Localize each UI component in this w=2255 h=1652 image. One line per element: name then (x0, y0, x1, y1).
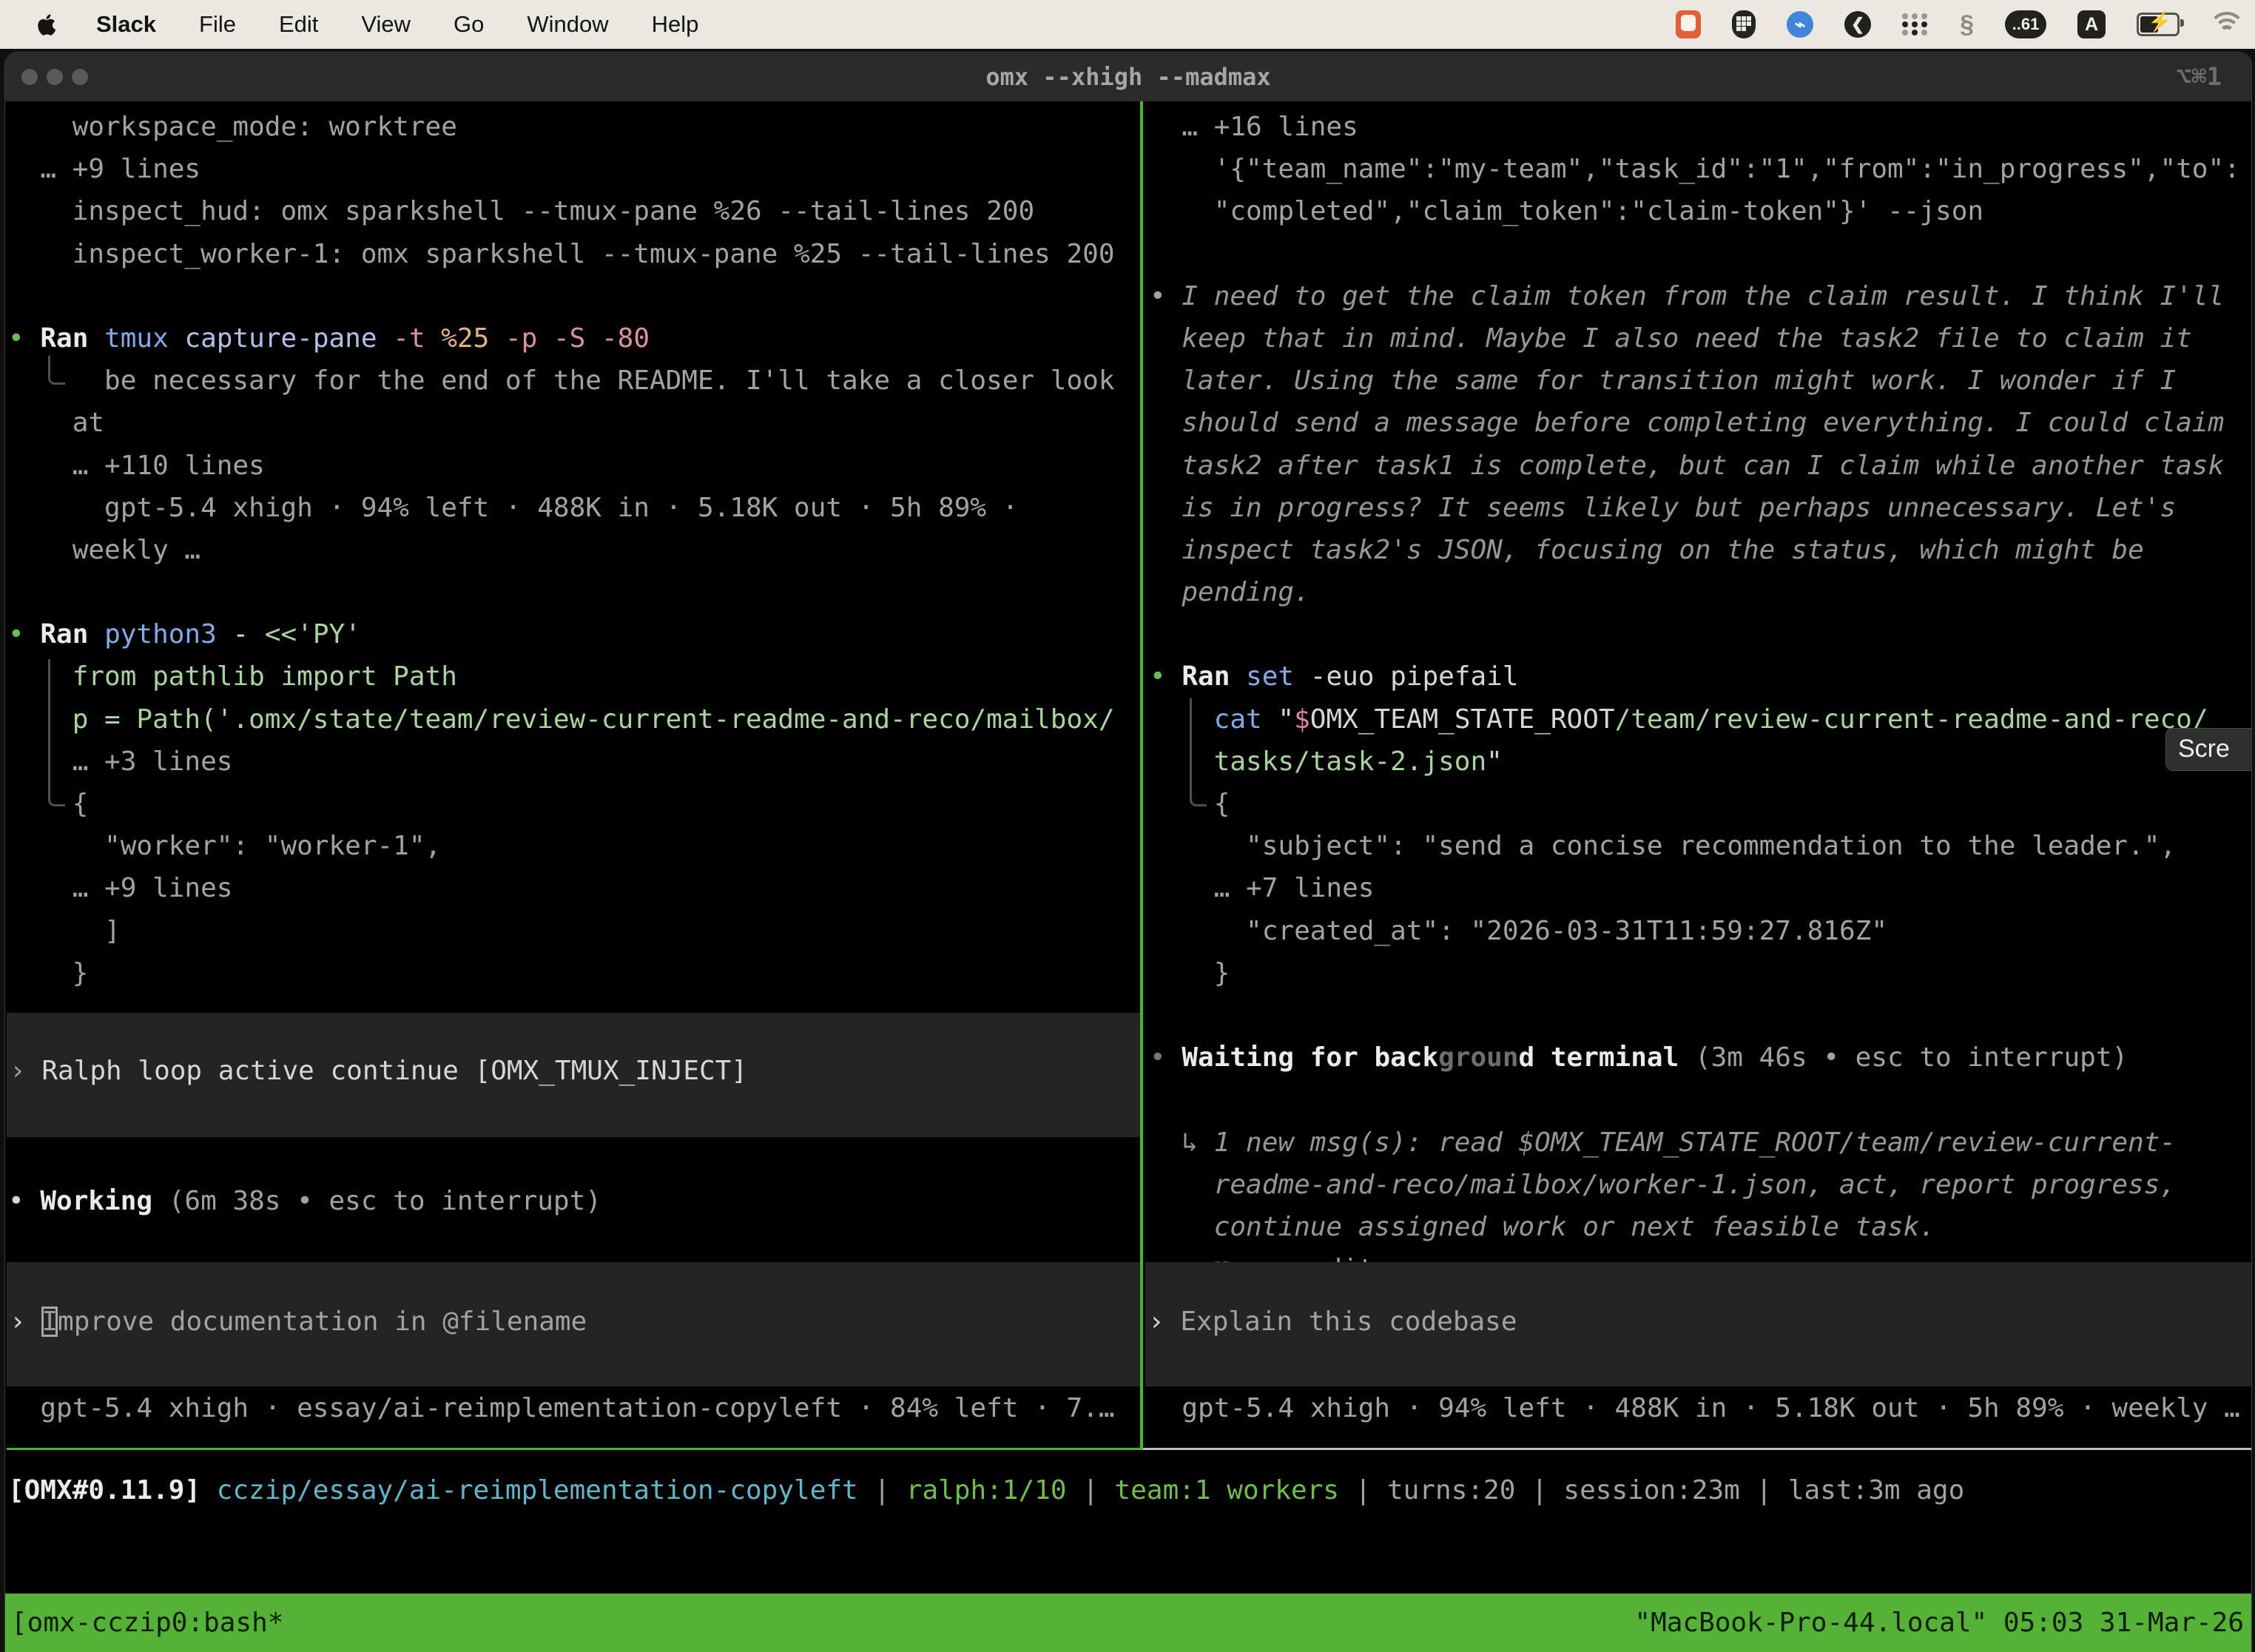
terminal-line: readme-and-reco/mailbox/worker-1.json, a… (1150, 1164, 2251, 1206)
prompt-input-right[interactable]: › Explain this codebase (1145, 1262, 2251, 1386)
terminal-line: › Ralph loop active continue [OMX_TMUX_I… (7, 1050, 1140, 1092)
terminal-line: should send a message before completing … (1150, 402, 2251, 444)
terminal-line: … +16 lines (1150, 106, 2251, 148)
terminal-line: … +110 lines (8, 445, 1139, 487)
terminal-line: workspace_mode: worktree (8, 106, 1139, 148)
terminal-line: is in progress? It seems likely but perh… (1150, 487, 2251, 529)
model-status-left: gpt-5.4 xhigh · essay/ai-reimplementatio… (8, 1387, 1139, 1429)
terminal-line: weekly … (8, 529, 1139, 571)
terminal-line: • Working (6m 38s • esc to interrupt) (8, 1180, 1139, 1222)
terminal-line: inspect_worker-1: omx sparkshell --tmux-… (8, 233, 1139, 275)
terminal-line: ] (8, 910, 1139, 952)
terminal-line: gpt-5.4 xhigh · 94% left · 488K in · 5.1… (1150, 1387, 2251, 1429)
input-source-icon[interactable]: A (2077, 10, 2106, 38)
terminal-line: from pathlib import Path (8, 655, 1139, 698)
terminal-line: … +9 lines (8, 867, 1139, 909)
pane-divider[interactable] (1140, 101, 1143, 1450)
terminal-line: be necessary for the end of the README. … (8, 360, 1139, 402)
terminal-line: gpt-5.4 xhigh · essay/ai-reimplementatio… (8, 1387, 1139, 1429)
terminal-line: ↳ 1 new msg(s): read $OMX_TEAM_STATE_ROO… (1150, 1122, 2251, 1164)
terminal-line: p = Path('.omx/state/team/review-current… (8, 698, 1139, 741)
menu-item-file[interactable]: File (199, 11, 236, 38)
tmux-status-bar: [omx-cczip0:bash* "MacBook-Pro-44.local"… (5, 1594, 2251, 1652)
terminal-line (1150, 994, 2251, 1036)
terminal-line: cat "$OMX_TEAM_STATE_ROOT/team/review-cu… (1150, 698, 2251, 741)
terminal-line: › Explain this codebase (1145, 1301, 2251, 1343)
terminal-line: { (8, 783, 1139, 825)
window-shortcut: ⌥⌘1 (2177, 53, 2222, 101)
terminal-line: "created_at": "2026-03-31T11:59:27.816Z" (1150, 910, 2251, 952)
terminal-line (1150, 1079, 2251, 1121)
battery-icon[interactable] (2137, 13, 2180, 36)
active-pane-border (7, 1448, 1140, 1450)
inactive-pane-border (1143, 1448, 2251, 1450)
badge-61-icon[interactable]: ..61 (2005, 10, 2046, 38)
prompt-input-left[interactable]: › Improve documentation in @filename (7, 1262, 1140, 1386)
tmux-session-name: [omx-cczip0:bash* (5, 1594, 283, 1652)
menu-bar: Slack File Edit View Go Window Help ⌁ ❮ … (0, 0, 2255, 49)
terminal-line (8, 571, 1139, 613)
terminal-line: • Ran set -euo pipefail (1150, 655, 2251, 698)
working-status: • Working (6m 38s • esc to interrupt) (8, 1180, 1139, 1222)
terminal-line: inspect task2's JSON, focusing on the st… (1150, 529, 2251, 571)
terminal-line: … +7 lines (1150, 867, 2251, 909)
wifi-icon[interactable] (2211, 12, 2243, 37)
terminal-line: … +9 lines (8, 148, 1139, 190)
terminal-line: '{"team_name":"my-team","task_id":"1","f… (1150, 148, 2251, 190)
terminal-line: [OMX#0.11.9] cczip/essay/ai-reimplementa… (8, 1469, 2250, 1511)
squiggle-icon[interactable]: § (1960, 10, 1974, 39)
terminal-line: "worker": "worker-1", (8, 825, 1139, 867)
menu-status-icons: ⌁ ❮ § ..61 A (1676, 0, 2243, 49)
terminal-line: continue assigned work or next feasible … (1150, 1206, 2251, 1248)
terminal-line: } (1150, 952, 2251, 994)
terminal-line (8, 275, 1139, 317)
terminal-line (1150, 613, 2251, 655)
terminal-line: { (1150, 783, 2251, 825)
chat-app-icon[interactable] (1676, 10, 1701, 38)
terminal-line: pending. (1150, 571, 2251, 613)
terminal-line: later. Using the same for transition mig… (1150, 360, 2251, 402)
pie-menu-icon[interactable]: ❮ (1844, 11, 1871, 38)
window-title: omx --xhigh --madmax (5, 53, 2251, 101)
terminal-line: … +3 lines (8, 741, 1139, 783)
terminal-line: } (8, 952, 1139, 994)
tmux-host-clock: "MacBook-Pro-44.local" 05:03 31-Mar-26 (1634, 1594, 2251, 1652)
terminal-line: "subject": "send a concise recommendatio… (1150, 825, 2251, 867)
terminal-line: "completed","claim_token":"claim-token"}… (1150, 190, 2251, 232)
menu-item-app[interactable]: Slack (96, 11, 156, 38)
menu-item-view[interactable]: View (361, 11, 411, 38)
terminal-line (1150, 233, 2251, 275)
omx-session-status: [OMX#0.11.9] cczip/essay/ai-reimplementa… (8, 1469, 2250, 1511)
menu-item-help[interactable]: Help (652, 11, 699, 38)
menu-item-go[interactable]: Go (454, 11, 484, 38)
terminal-line: • I need to get the claim token from the… (1150, 275, 2251, 317)
terminal-line: at (8, 402, 1139, 444)
terminal-line: • Waiting for background terminal (3m 46… (1150, 1036, 2251, 1079)
terminal-line: tasks/task-2.json" (1150, 741, 2251, 783)
terminal-line: inspect_hud: omx sparkshell --tmux-pane … (8, 190, 1139, 232)
terminal-line: • Ran tmux capture-pane -t %25 -p -S -80 (8, 317, 1139, 360)
window-title-bar[interactable]: omx --xhigh --madmax ⌥⌘1 (5, 53, 2251, 101)
apple-menu-icon[interactable] (34, 12, 59, 37)
terminal-window: omx --xhigh --madmax ⌥⌘1 workspace_mode:… (4, 52, 2252, 1652)
privacy-shield-icon[interactable] (1732, 10, 1756, 38)
terminal-line: gpt-5.4 xhigh · 94% left · 488K in · 5.1… (8, 487, 1139, 529)
menu-item-edit[interactable]: Edit (279, 11, 318, 38)
terminal-line: task2 after task1 is complete, but can I… (1150, 445, 2251, 487)
terminal-line: › Improve documentation in @filename (7, 1301, 1140, 1343)
ralph-inject-bar: › Ralph loop active continue [OMX_TMUX_I… (7, 1013, 1140, 1137)
terminal-line: • Ran python3 - <<'PY' (8, 613, 1139, 655)
terminal-line: keep that in mind. Maybe I also need the… (1150, 317, 2251, 360)
model-status-right: gpt-5.4 xhigh · 94% left · 488K in · 5.1… (1150, 1387, 2251, 1429)
output-connector (1190, 698, 1207, 806)
stats-app-icon[interactable]: ⌁ (1787, 11, 1813, 38)
screen-tooltip: Scre (2165, 728, 2252, 771)
tmux-pane-right[interactable]: … +16 lines '{"team_name":"my-team","tas… (1150, 101, 2251, 1290)
tmux-pane-left[interactable]: workspace_mode: worktree … +9 lines insp… (8, 101, 1139, 994)
output-connector (48, 356, 65, 385)
output-connector (48, 659, 65, 806)
grid-dots-icon[interactable] (1902, 13, 1929, 36)
menu-item-window[interactable]: Window (527, 11, 608, 38)
